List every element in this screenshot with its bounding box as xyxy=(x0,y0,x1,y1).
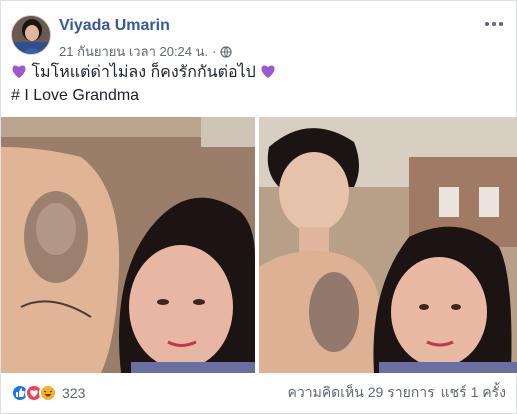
purple-heart-icon xyxy=(261,65,275,78)
more-options-button[interactable] xyxy=(482,15,506,33)
globe-icon[interactable] xyxy=(220,45,233,58)
post-text-line-1: โมโหแต่ด่าไม่ลง ก็คงรักกันต่อไป xyxy=(11,61,506,84)
post-footer: 323 ความคิดเห็น 29 รายการ แชร์ 1 ครั้ง xyxy=(11,379,506,407)
meta-separator: · xyxy=(212,44,217,59)
post-header: Viyada Umarin 21 กันยายน เวลา 20:24 น. · xyxy=(11,9,506,59)
author-avatar[interactable] xyxy=(11,15,51,55)
author-name[interactable]: Viyada Umarin xyxy=(59,17,170,35)
post-text-content: โมโหแต่ด่าไม่ลง ก็คงรักกันต่อไป xyxy=(31,64,256,81)
post-hashtag[interactable]: # I Love Grandma xyxy=(11,84,506,107)
purple-heart-icon xyxy=(12,65,26,78)
photo-1[interactable] xyxy=(1,117,255,373)
post-meta: 21 กันยายน เวลา 20:24 น. · xyxy=(59,41,233,62)
photo-1-image xyxy=(1,117,255,373)
engagement-stats: ความคิดเห็น 29 รายการ แชร์ 1 ครั้ง xyxy=(288,382,507,404)
ellipsis-dot xyxy=(492,22,496,26)
post-date[interactable]: 21 กันยายน เวลา 20:24 น. xyxy=(59,41,208,62)
comments-count-link[interactable]: ความคิดเห็น 29 รายการ xyxy=(288,382,435,404)
post-text: โมโหแต่ด่าไม่ลง ก็คงรักกันต่อไป # I Love… xyxy=(11,61,506,107)
reaction-count: 323 xyxy=(62,385,86,401)
photo-grid xyxy=(1,117,517,373)
reactions-summary[interactable]: 323 xyxy=(11,384,85,402)
facebook-post: Viyada Umarin 21 กันยายน เวลา 20:24 น. ·… xyxy=(0,0,517,414)
photo-2[interactable] xyxy=(259,117,517,373)
shares-count-link[interactable]: แชร์ 1 ครั้ง xyxy=(441,382,506,404)
avatar-image xyxy=(12,16,50,54)
ellipsis-dot xyxy=(499,22,503,26)
ellipsis-dot xyxy=(485,22,489,26)
haha-icon xyxy=(39,384,57,402)
photo-2-image xyxy=(259,117,517,373)
